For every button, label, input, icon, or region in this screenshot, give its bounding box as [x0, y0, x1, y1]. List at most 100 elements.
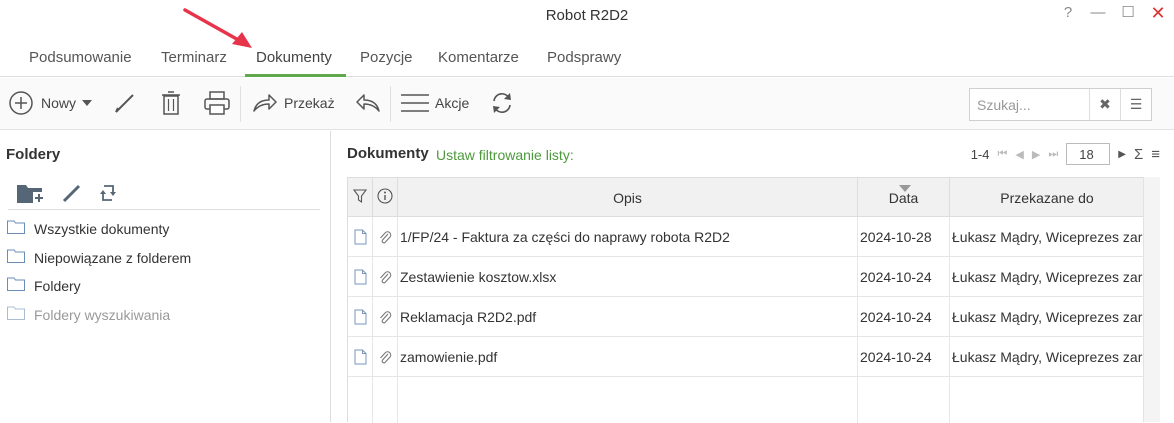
cell-data: 2024-10-24 [858, 297, 950, 337]
print-button[interactable] [203, 78, 231, 128]
tab-podsprawy[interactable]: Podsprawy [547, 49, 621, 66]
annotation-arrow [183, 8, 252, 48]
filter-icon [352, 188, 368, 207]
window-title: Robot R2D2 [545, 7, 629, 24]
cell-data: 2024-10-24 [858, 257, 950, 297]
window-controls: ? — ☐ ✕ [1060, 4, 1166, 22]
column-header-przekazane[interactable]: Przekazane do [950, 178, 1144, 217]
file-icon [348, 257, 373, 297]
search-input[interactable] [970, 89, 1089, 120]
tab-pozycje[interactable]: Pozycje [360, 49, 413, 66]
active-tab-indicator [245, 74, 346, 77]
search-clear-button[interactable]: ✖ [1089, 89, 1120, 120]
folder-label: Wszystkie dokumenty [34, 220, 170, 237]
minimize-button[interactable]: — [1090, 4, 1106, 22]
list-menu-icon[interactable]: ≡ [1151, 146, 1160, 163]
info-icon [377, 188, 393, 207]
folder-all-documents[interactable]: Wszystkie dokumenty [7, 220, 169, 237]
add-folder-icon[interactable] [16, 181, 46, 208]
page-size-input[interactable]: 18 [1066, 143, 1111, 165]
empty-cell [348, 377, 373, 423]
cell-data: 2024-10-28 [858, 217, 950, 257]
table-row[interactable]: zamowienie.pdf 2024-10-24 Łukasz Mądry, … [348, 337, 1144, 377]
file-icon [348, 337, 373, 377]
reply-arrow-icon [355, 92, 381, 114]
documents-title: Dokumenty [347, 145, 429, 162]
reply-button[interactable] [355, 78, 381, 128]
cell-opis: zamowienie.pdf [398, 337, 858, 377]
help-button[interactable]: ? [1060, 4, 1076, 22]
title-bar: Robot R2D2 ? — ☐ ✕ [0, 0, 1174, 32]
pencil-icon [112, 90, 138, 116]
empty-cell [373, 377, 398, 423]
move-folder-icon[interactable] [98, 182, 118, 207]
cell-opis: Reklamacja R2D2.pdf [398, 297, 858, 337]
last-page-icon[interactable]: ⏭ [1048, 148, 1058, 161]
cell-opis: 1/FP/24 - Faktura za części do naprawy r… [398, 217, 858, 257]
attachment-icon [373, 337, 398, 377]
set-filter-link[interactable]: Ustaw filtrowanie listy: [436, 147, 574, 163]
attachment-icon [373, 217, 398, 257]
folder-icon [7, 277, 25, 294]
column-header-data[interactable]: Data [858, 178, 950, 217]
folder-icon [7, 220, 25, 237]
tab-komentarze[interactable]: Komentarze [438, 49, 519, 66]
tab-podsumowanie[interactable]: Podsumowanie [29, 49, 132, 66]
refresh-icon [490, 91, 514, 115]
page-size-arrow-icon[interactable]: ▶ [1118, 149, 1126, 160]
cell-przekazane: Łukasz Mądry, Wiceprezes zar [952, 269, 1143, 285]
folder-label: Niepowiązane z folderem [34, 249, 192, 266]
attachment-icon [373, 297, 398, 337]
empty-cell [398, 377, 858, 423]
delete-button[interactable] [159, 78, 183, 128]
actions-button-label: Akcje [435, 95, 470, 111]
maximize-button[interactable]: ☐ [1120, 4, 1136, 22]
cell-opis: Zestawienie kosztow.xlsx [398, 257, 858, 297]
forward-arrow-icon [252, 92, 278, 114]
folder-unlinked[interactable]: Niepowiązane z folderem [7, 249, 191, 266]
hamburger-icon [401, 93, 429, 113]
refresh-button[interactable] [490, 78, 514, 128]
sum-icon[interactable]: Σ [1134, 146, 1143, 163]
table-row[interactable]: 1/FP/24 - Faktura za części do naprawy r… [348, 217, 1144, 257]
column-header-opis[interactable]: Opis [398, 178, 858, 217]
menu-icon: ☰ [1129, 96, 1143, 112]
new-button-label: Nowy [41, 95, 77, 111]
documents-grid: Opis Data Przekazane do 1/FP/24 - Faktur… [347, 177, 1144, 423]
actions-button[interactable]: Akcje [401, 78, 469, 128]
rename-folder-icon[interactable] [62, 183, 82, 206]
close-button[interactable]: ✕ [1150, 4, 1166, 22]
folder-icon [7, 306, 25, 323]
first-page-icon[interactable]: ⏮ [998, 148, 1008, 161]
table-row[interactable]: Zestawienie kosztow.xlsx 2024-10-24 Łuka… [348, 257, 1144, 297]
prev-page-icon[interactable]: ◀ [1015, 148, 1023, 161]
table-row[interactable]: Reklamacja R2D2.pdf 2024-10-24 Łukasz Mą… [348, 297, 1144, 337]
file-icon [348, 217, 373, 257]
caret-down-icon [82, 100, 93, 106]
tab-dokumenty[interactable]: Dokumenty [256, 49, 332, 66]
folders-divider [8, 209, 320, 210]
attachment-icon [373, 257, 398, 297]
folder-icon [7, 249, 25, 266]
next-page-icon[interactable]: ▶ [1032, 148, 1040, 161]
folder-label: Foldery wyszukiwania [34, 306, 171, 323]
edit-button[interactable] [112, 78, 138, 128]
folders-panel: Foldery Wszystkie dokumenty Niepowiązane… [0, 131, 331, 422]
forward-button[interactable]: Przekaż [252, 78, 335, 128]
toolbar-separator [240, 86, 241, 122]
trash-icon [159, 90, 183, 116]
folder-search-folders[interactable]: Foldery wyszukiwania [7, 306, 170, 323]
new-button[interactable]: Nowy [8, 78, 93, 128]
cell-przekazane: Łukasz Mądry, Wiceprezes zar [952, 309, 1143, 325]
info-column-header[interactable] [373, 178, 398, 217]
cell-przekazane: Łukasz Mądry, Wiceprezes zar [952, 349, 1143, 365]
toolbar-separator [390, 86, 391, 122]
pagination: 1-4 ⏮ ◀ ▶ ⏭ 18 ▶ Σ ≡ [971, 143, 1160, 165]
folder-folders[interactable]: Foldery [7, 277, 81, 294]
search-menu-button[interactable]: ☰ [1120, 89, 1151, 120]
folder-actions [16, 181, 118, 208]
filter-column-header[interactable] [348, 178, 373, 217]
vertical-scrollbar[interactable] [1143, 177, 1160, 422]
file-icon [348, 297, 373, 337]
cell-data: 2024-10-24 [858, 337, 950, 377]
